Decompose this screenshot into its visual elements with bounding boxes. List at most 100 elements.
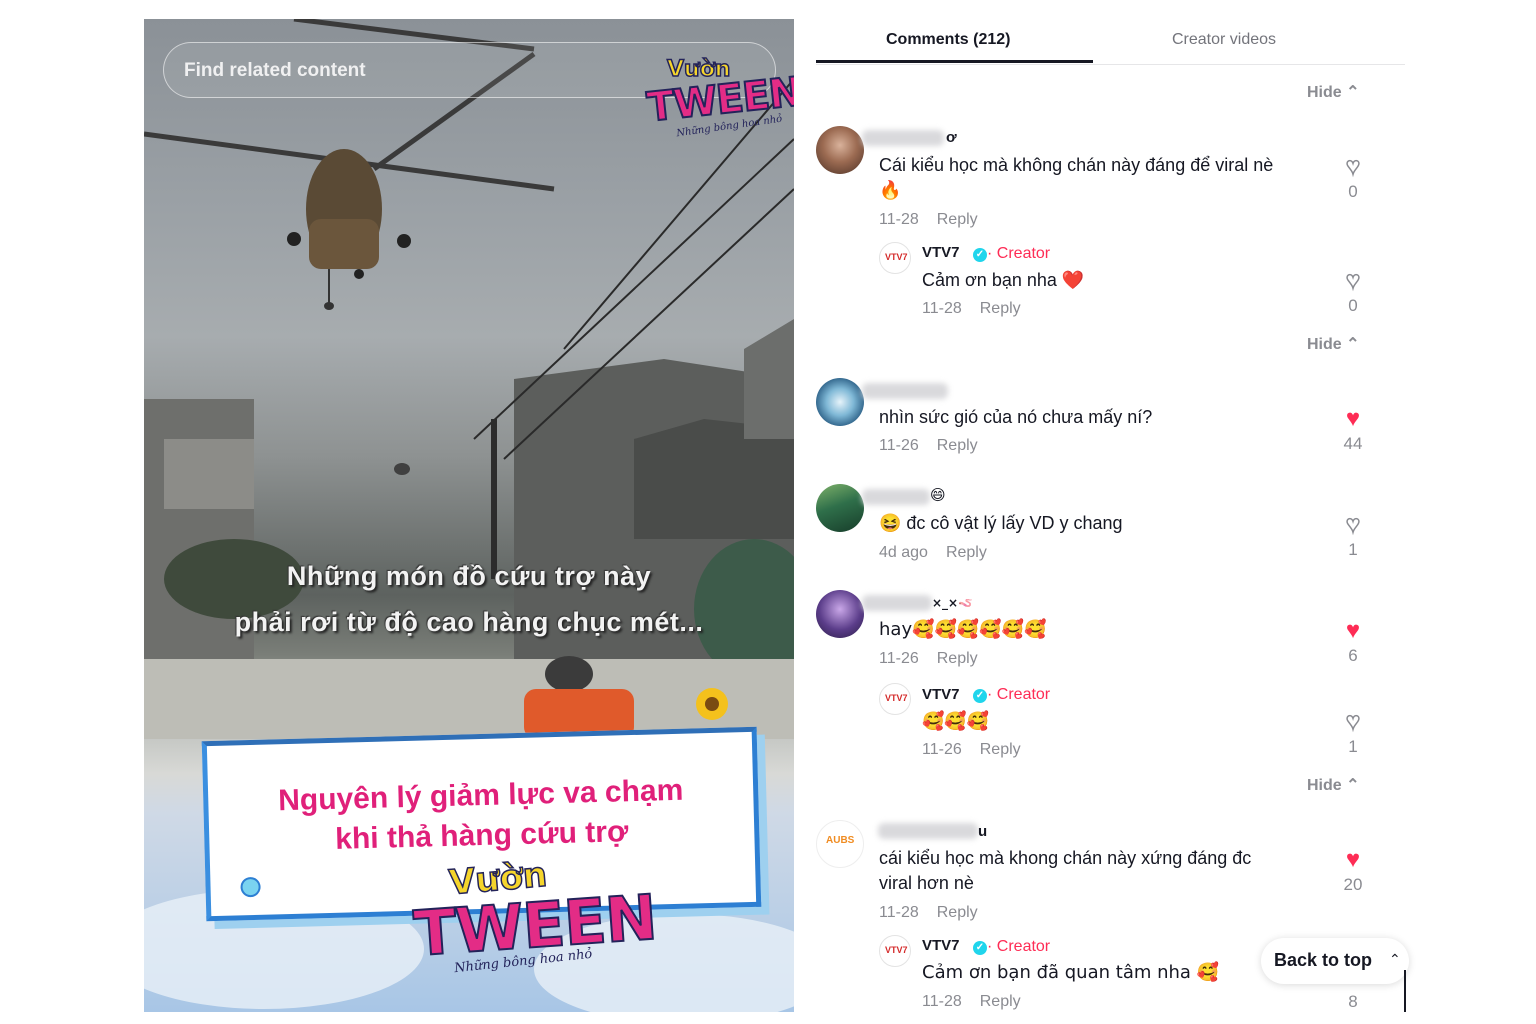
comment-meta: 11-26 Reply <box>879 650 978 668</box>
vtv7-logo-icon: VTV7 <box>885 252 908 262</box>
creator-username: VTV7 <box>922 686 960 703</box>
video-player[interactable]: Find related content Vườn TWEEN Những bô… <box>144 19 794 1012</box>
like-count: 20 <box>1343 875 1363 894</box>
blurred-username <box>878 823 978 839</box>
comment-date: 11-28 <box>879 211 919 228</box>
active-tab-indicator <box>816 60 1093 63</box>
reply-button[interactable]: Reply <box>937 211 978 228</box>
comment-text: Cái kiểu học mà không chán này đáng để v… <box>879 155 1274 175</box>
flood-water <box>144 659 794 739</box>
comment-meta: 11-28 Reply <box>879 211 978 229</box>
reply-button[interactable]: Reply <box>937 904 978 921</box>
comment-date: 4d ago <box>879 544 928 561</box>
username-suffix: ×_×🪱 <box>932 596 974 610</box>
like-count: 6 <box>1348 646 1358 665</box>
like-button[interactable]: 8 <box>1336 990 1370 1012</box>
reply-text: Cảm ơn bạn nha ❤️ <box>922 270 1085 290</box>
blurred-username <box>862 595 932 611</box>
vtv7-avatar[interactable]: VTV7 <box>879 935 911 967</box>
back-to-top-button[interactable]: Back to top ⌃ <box>1261 938 1409 984</box>
reply-date: 11-26 <box>922 741 962 758</box>
heart-icon: ♥ <box>1345 267 1361 295</box>
comment-text: cái kiểu học mà khong chán này xứng đáng… <box>879 848 1252 868</box>
creator-badge: ✓ · Creator <box>973 686 1050 704</box>
heart-filled-icon: ♥ <box>1345 846 1361 873</box>
username-suffix: u <box>978 823 988 840</box>
like-count: 1 <box>1348 737 1358 756</box>
tab-creator-videos[interactable]: Creator videos <box>1172 31 1276 49</box>
blurred-username <box>862 383 948 399</box>
hide-replies-button[interactable]: Hide ⌃ <box>1307 775 1360 795</box>
username-suffix: ơ <box>946 129 957 146</box>
double-chevron-up-icon: ⌃ <box>1389 951 1401 967</box>
caption-line-2: phải rơi từ độ cao hàng chục mét... <box>234 607 704 637</box>
like-count: 1 <box>1348 540 1358 559</box>
like-button[interactable]: ♥ 20 <box>1336 847 1370 895</box>
falling-package <box>394 463 410 475</box>
like-button[interactable]: ♥ 1 <box>1336 511 1370 560</box>
tab-comments[interactable]: Comments (212) <box>886 31 1010 49</box>
card-title-line-1: Nguyên lý giảm lực va chạm <box>277 773 684 818</box>
verified-icon: ✓ <box>973 248 987 262</box>
caption-line-1: Những món đồ cứu trợ này <box>286 561 652 591</box>
comment-date: 11-26 <box>879 650 919 667</box>
reply-meta: 11-28 Reply <box>922 993 1021 1011</box>
blurred-username <box>862 130 944 146</box>
verified-icon: ✓ <box>973 941 987 955</box>
card-title-line-2: khi thả hàng cứu trợ <box>334 815 629 856</box>
comment-meta: 11-28 Reply <box>879 904 978 922</box>
vtv7-avatar[interactable]: VTV7 <box>879 242 911 274</box>
verified-icon: ✓ <box>973 689 987 703</box>
reply-text: Cảm ơn bạn đã quan tâm nha 🥰 <box>922 962 1220 983</box>
comments-tabs: Comments (212) Creator videos <box>816 20 1405 65</box>
heart-icon: ♥ <box>1345 511 1361 539</box>
like-button[interactable]: ♥ 6 <box>1336 618 1370 666</box>
like-button[interactable]: ♥ 0 <box>1336 153 1370 202</box>
hide-replies-button[interactable]: Hide ⌃ <box>1307 82 1360 102</box>
reply-button[interactable]: Reply <box>946 544 987 561</box>
heart-filled-icon: ♥ <box>1345 405 1361 432</box>
avatar[interactable] <box>816 378 864 426</box>
comment-date: 11-26 <box>879 437 919 454</box>
avatar[interactable] <box>816 590 864 638</box>
chevron-up-icon: ⌃ <box>1346 84 1360 101</box>
heart-icon: ♥ <box>1345 153 1361 181</box>
reply-date: 11-28 <box>922 300 962 317</box>
comment-meta: 4d ago Reply <box>879 544 987 562</box>
comment-text-line-2: 🔥 <box>879 180 902 201</box>
like-button[interactable]: ♥ 0 <box>1336 267 1370 316</box>
avatar[interactable]: AUBS <box>816 820 864 868</box>
scrollbar[interactable] <box>1404 970 1406 1012</box>
creator-badge: ✓ · Creator <box>973 938 1050 956</box>
reply-button[interactable]: Reply <box>937 650 978 667</box>
reply-button[interactable]: Reply <box>980 741 1021 758</box>
avatar[interactable] <box>816 484 864 532</box>
like-button[interactable]: ♥ 1 <box>1336 708 1370 757</box>
like-count: 0 <box>1348 296 1358 315</box>
rescuer-figure <box>545 656 593 692</box>
creator-username: VTV7 <box>922 244 960 261</box>
avatar[interactable] <box>816 126 864 174</box>
comment-text: nhìn sức gió của nó chưa mấy ní? <box>879 407 1153 427</box>
reply-button[interactable]: Reply <box>980 300 1021 317</box>
comment-date: 11-28 <box>879 904 919 921</box>
chevron-up-icon: ⌃ <box>1346 336 1360 353</box>
like-count: 44 <box>1343 434 1363 453</box>
comment-meta: 11-26 Reply <box>879 437 978 455</box>
search-placeholder: Find related content <box>184 60 366 81</box>
chevron-up-icon: ⌃ <box>1346 777 1360 794</box>
heart-filled-icon: ♥ <box>1345 617 1361 644</box>
reply-text: 🥰🥰🥰 <box>922 711 990 732</box>
like-count: 0 <box>1348 182 1358 201</box>
reply-date: 11-28 <box>922 993 962 1010</box>
comment-text: hay🥰🥰🥰🥰🥰🥰 <box>879 619 1047 640</box>
hide-replies-button[interactable]: Hide ⌃ <box>1307 334 1360 354</box>
comment-text-line-2: viral hơn nè <box>879 873 974 893</box>
like-button[interactable]: ♥ 44 <box>1336 406 1370 454</box>
vtv7-avatar[interactable]: VTV7 <box>879 683 911 715</box>
reply-button[interactable]: Reply <box>980 993 1021 1010</box>
reply-button[interactable]: Reply <box>937 437 978 454</box>
heart-icon: ♥ <box>1345 708 1361 736</box>
creator-username: VTV7 <box>922 937 960 954</box>
vtv7-logo-icon: VTV7 <box>885 945 908 955</box>
